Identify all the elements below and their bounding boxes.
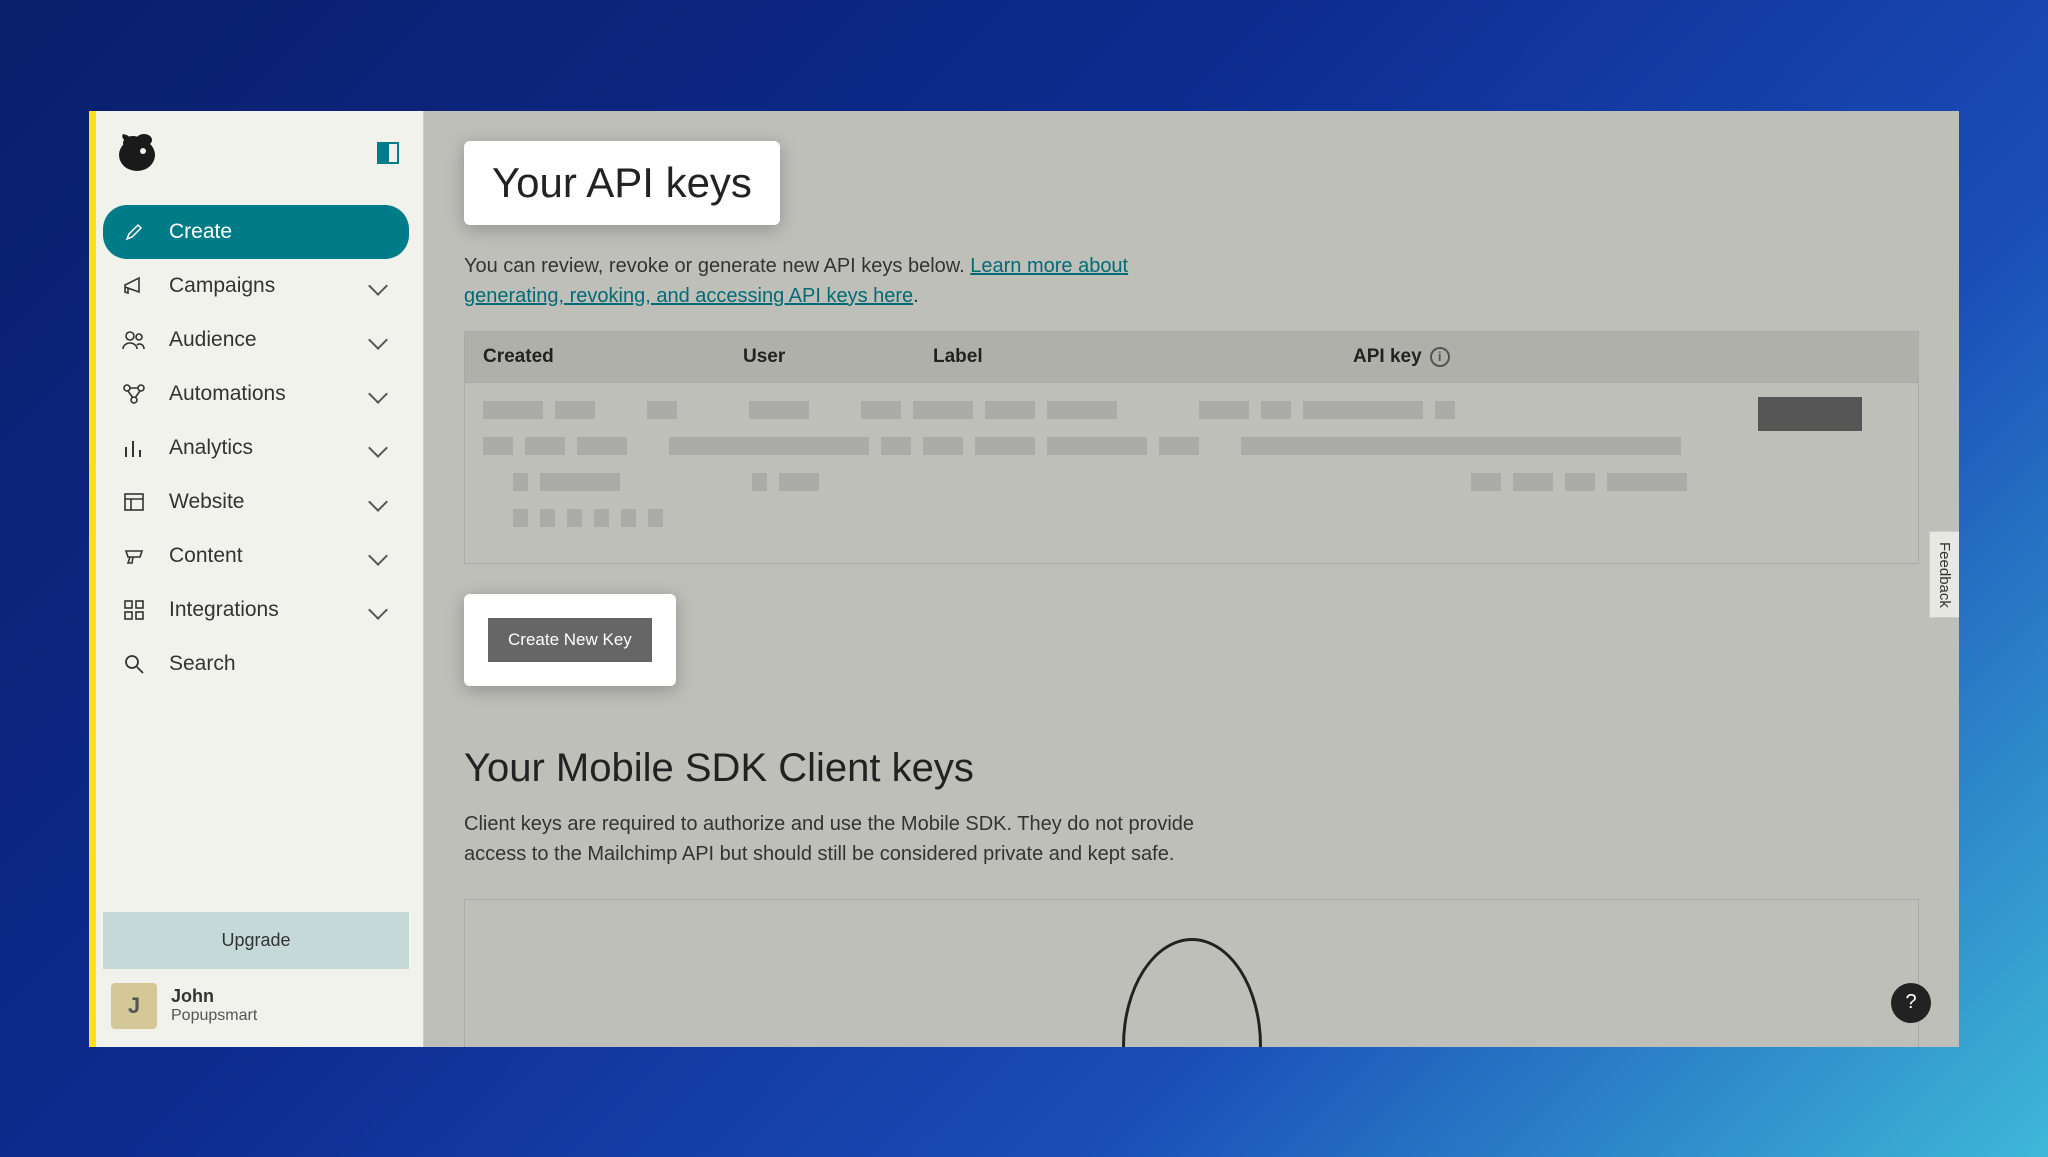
sidebar-footer: Upgrade J John Popupsmart xyxy=(89,912,423,1047)
user-account[interactable]: J John Popupsmart xyxy=(103,969,409,1029)
sidebar-item-label: Search xyxy=(169,652,393,676)
chevron-down-icon xyxy=(368,384,388,404)
user-name: John xyxy=(171,986,257,1007)
avatar: J xyxy=(111,983,157,1029)
grid-icon xyxy=(119,595,149,625)
row-action-button[interactable] xyxy=(1758,397,1862,431)
help-button[interactable]: ? xyxy=(1891,983,1931,1023)
sidebar-item-audience[interactable]: Audience xyxy=(103,313,409,367)
sidebar: Create Campaigns Audience Automations An… xyxy=(89,111,424,1047)
col-label: Label xyxy=(915,332,1335,382)
info-icon[interactable]: i xyxy=(1430,347,1450,367)
create-new-key-button[interactable]: Create New Key xyxy=(488,618,652,662)
accent-bar xyxy=(89,111,96,1047)
chevron-down-icon xyxy=(368,330,388,350)
sdk-section-text: Client keys are required to authorize an… xyxy=(464,809,1234,869)
sidebar-item-content[interactable]: Content xyxy=(103,529,409,583)
create-key-highlight: Create New Key xyxy=(464,594,676,686)
chevron-down-icon xyxy=(368,546,388,566)
chevron-down-icon xyxy=(368,438,388,458)
brush-icon xyxy=(119,541,149,571)
sidebar-nav: Create Campaigns Audience Automations An… xyxy=(89,195,423,912)
upgrade-button[interactable]: Upgrade xyxy=(103,912,409,969)
col-created: Created xyxy=(465,332,725,382)
chevron-down-icon xyxy=(368,600,388,620)
sidebar-item-label: Website xyxy=(169,490,371,514)
sdk-keys-empty-box xyxy=(464,899,1919,1047)
chevron-down-icon xyxy=(368,276,388,296)
sidebar-item-campaigns[interactable]: Campaigns xyxy=(103,259,409,313)
mailchimp-logo[interactable] xyxy=(113,129,161,177)
sidebar-item-label: Integrations xyxy=(169,598,371,622)
megaphone-icon xyxy=(119,271,149,301)
sidebar-item-create[interactable]: Create xyxy=(103,205,409,259)
sidebar-item-automations[interactable]: Automations xyxy=(103,367,409,421)
sidebar-item-label: Automations xyxy=(169,382,371,406)
layout-icon xyxy=(119,487,149,517)
sidebar-item-label: Analytics xyxy=(169,436,371,460)
sidebar-item-analytics[interactable]: Analytics xyxy=(103,421,409,475)
sidebar-item-label: Campaigns xyxy=(169,274,371,298)
empty-state-illustration xyxy=(1122,938,1262,1047)
page-title: Your API keys xyxy=(492,159,752,207)
api-keys-table: Created User Label API key i xyxy=(464,331,1919,564)
page-title-highlight: Your API keys xyxy=(464,141,780,225)
user-org: Popupsmart xyxy=(171,1007,257,1025)
sidebar-item-integrations[interactable]: Integrations xyxy=(103,583,409,637)
bar-chart-icon xyxy=(119,433,149,463)
sidebar-header xyxy=(89,111,423,195)
intro-text: You can review, revoke or generate new A… xyxy=(464,251,1224,311)
sdk-section-title: Your Mobile SDK Client keys xyxy=(464,746,1919,791)
sidebar-item-label: Audience xyxy=(169,328,371,352)
flow-icon xyxy=(119,379,149,409)
app-window: Create Campaigns Audience Automations An… xyxy=(89,111,1959,1047)
sidebar-item-search[interactable]: Search xyxy=(103,637,409,691)
col-apikey: API key i xyxy=(1335,332,1918,382)
sidebar-item-label: Create xyxy=(169,220,393,244)
main-content: Your API keys You can review, revoke or … xyxy=(424,111,1959,1047)
sidebar-item-label: Content xyxy=(169,544,371,568)
sidebar-item-website[interactable]: Website xyxy=(103,475,409,529)
table-body-redacted xyxy=(465,383,1918,563)
collapse-sidebar-icon[interactable] xyxy=(377,142,399,164)
people-icon xyxy=(119,325,149,355)
chevron-down-icon xyxy=(368,492,388,512)
col-user: User xyxy=(725,332,915,382)
pencil-icon xyxy=(119,217,149,247)
search-icon xyxy=(119,649,149,679)
table-header: Created User Label API key i xyxy=(465,332,1918,383)
feedback-tab[interactable]: Feedback xyxy=(1929,531,1959,619)
